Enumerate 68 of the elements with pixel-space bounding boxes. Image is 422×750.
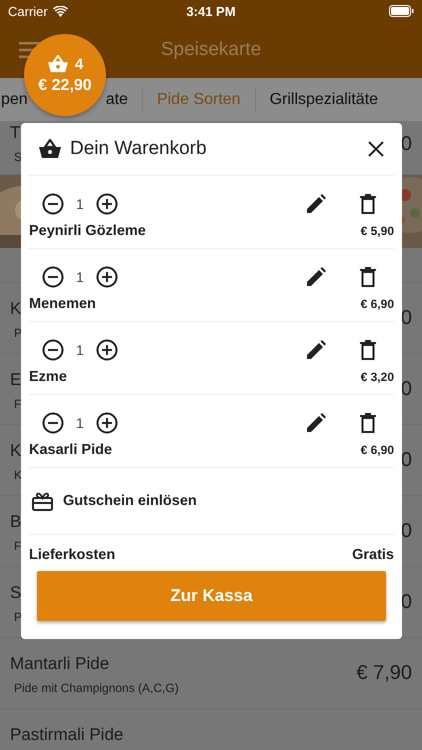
quantity: 1 (76, 415, 84, 431)
dish-description: S (13, 150, 22, 164)
dish-name: Mantarli Pide (10, 654, 110, 674)
quantity: 1 (76, 342, 84, 358)
battery-icon (389, 5, 414, 17)
dish-price: 0 (400, 448, 412, 472)
minus-icon[interactable] (42, 339, 64, 361)
dish-price: 0 (400, 306, 412, 330)
minus-icon[interactable] (42, 193, 64, 215)
trash-icon[interactable] (360, 413, 376, 433)
item-name: Peynirli Gözleme (29, 223, 146, 239)
pencil-icon[interactable] (306, 413, 326, 433)
carrier-label: Carrier (8, 4, 48, 18)
dish-price: 0 (400, 590, 412, 614)
plus-icon[interactable] (96, 266, 118, 288)
dish-description: P (13, 610, 22, 624)
plus-icon[interactable] (96, 339, 118, 361)
trash-icon[interactable] (360, 267, 376, 287)
category-tab[interactable]: ate (106, 90, 142, 108)
cart-total: € 22,90 (38, 77, 92, 95)
dialog-title: Dein Warenkorb (70, 138, 207, 160)
dish-description: F (13, 539, 22, 553)
gift-card-icon (32, 491, 53, 511)
pencil-icon[interactable] (306, 194, 326, 214)
page-title: Speisekarte (160, 39, 262, 61)
quantity: 1 (76, 269, 84, 285)
dish-description: F (13, 397, 22, 411)
dish-name: T (10, 123, 20, 143)
item-price: € 3,20 (360, 370, 394, 384)
dish-name: S (10, 583, 22, 603)
item-price: € 6,90 (360, 443, 394, 457)
plus-icon[interactable] (96, 193, 118, 215)
category-tab[interactable]: Grillspezialitäte (256, 90, 392, 108)
dish-name: B (10, 512, 22, 532)
item-price: € 6,90 (360, 297, 394, 311)
plus-icon[interactable] (96, 412, 118, 434)
trash-icon[interactable] (360, 194, 376, 214)
dish-price: 0 (400, 378, 412, 400)
dish-name: K (10, 441, 22, 461)
wifi-icon (52, 6, 68, 16)
delivery-label: Lieferkosten (29, 547, 116, 563)
item-name: Menemen (29, 296, 96, 312)
item-price: € 5,90 (360, 224, 394, 238)
pencil-icon[interactable] (306, 267, 326, 287)
dish-price: € 7,90 (356, 662, 412, 684)
dish-description: K (13, 468, 22, 482)
dish-name: K (10, 299, 22, 319)
dish-name: E (10, 370, 22, 390)
dish-description: Pide mit Champignons (A,C,G) (13, 681, 179, 695)
basket-icon (38, 139, 62, 159)
pencil-icon[interactable] (306, 340, 326, 360)
dish-price: 0 (400, 133, 412, 156)
dish-description: P (13, 326, 22, 340)
item-name: Kasarli Pide (29, 442, 112, 458)
close-icon[interactable] (368, 141, 384, 157)
quantity: 1 (76, 196, 84, 212)
minus-icon[interactable] (42, 266, 64, 288)
delivery-value: Gratis (352, 547, 394, 563)
checkout-button[interactable]: Zur Kassa (37, 571, 386, 621)
minus-icon[interactable] (42, 412, 64, 434)
basket-icon (46, 55, 69, 73)
trash-icon[interactable] (360, 340, 376, 360)
cart-count: 4 (74, 56, 84, 72)
item-name: Ezme (29, 369, 67, 385)
dish-price: 0 (400, 520, 412, 542)
voucher-row[interactable]: Gutschein einlösen (29, 468, 394, 535)
dish-name: Pastirmali Pide (10, 725, 124, 745)
status-time: 3:41 PM (186, 4, 236, 18)
